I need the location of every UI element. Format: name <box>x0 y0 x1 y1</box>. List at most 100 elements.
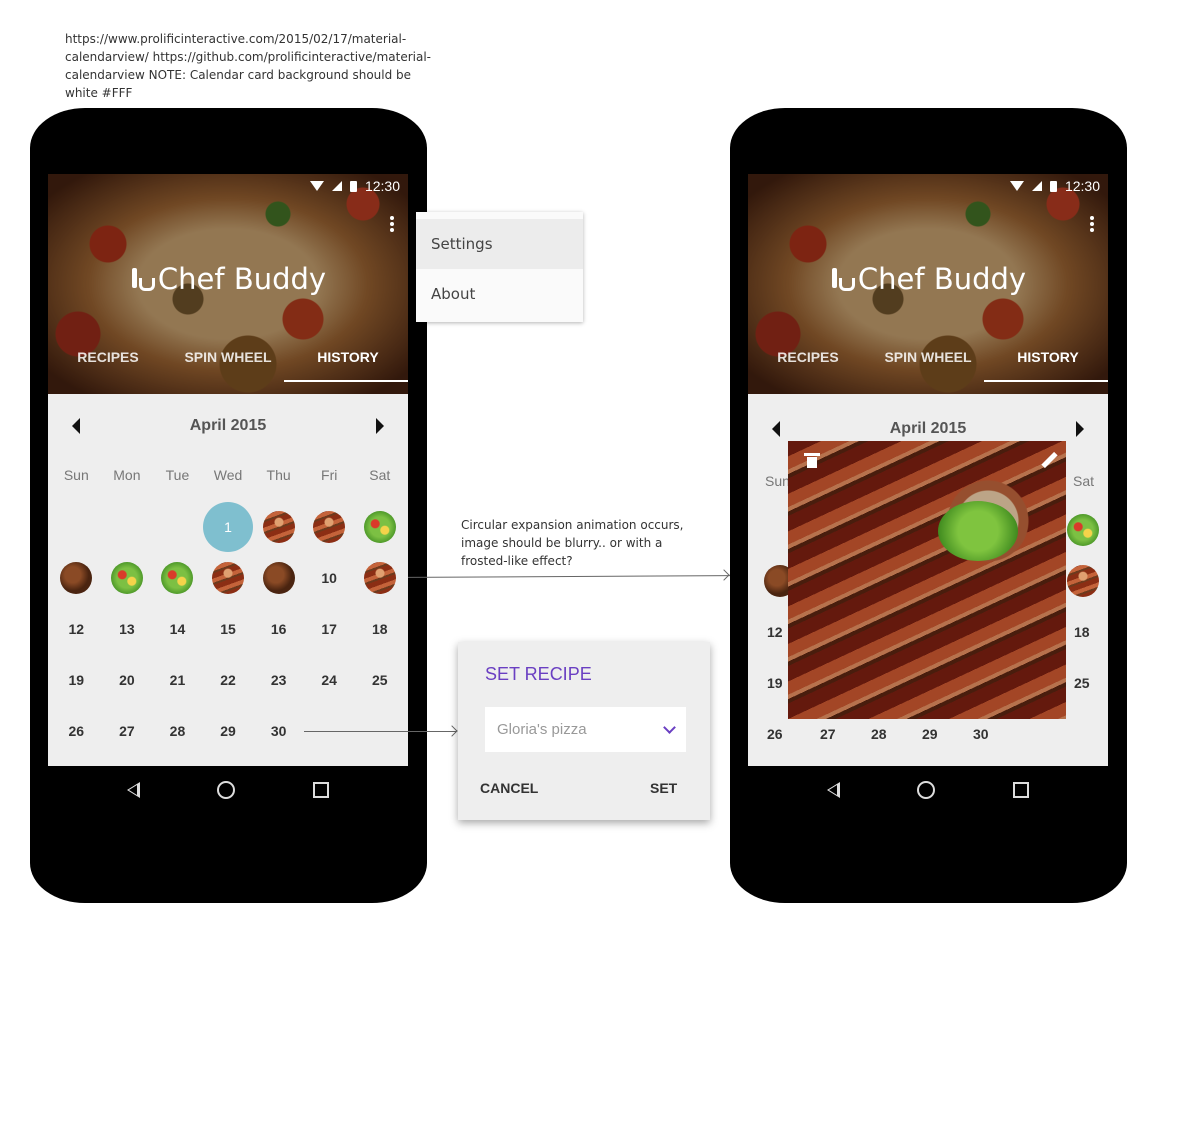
recipe-thumbnail <box>363 561 396 594</box>
recents-icon[interactable] <box>1013 782 1030 798</box>
calendar-day[interactable]: 15 <box>203 603 254 654</box>
calendar-day[interactable] <box>354 552 405 603</box>
calendar-day[interactable]: 1 <box>203 501 254 552</box>
recipe-thumbnail <box>212 561 245 594</box>
calendar-day[interactable]: 14 <box>152 603 203 654</box>
calendar-day[interactable]: 29 <box>922 726 938 742</box>
prev-month-icon[interactable] <box>772 421 780 437</box>
calendar-day-recipe[interactable] <box>1067 514 1099 546</box>
recipe-thumbnail <box>313 510 346 543</box>
tab-history[interactable]: HISTORY <box>288 342 408 384</box>
calendar-day[interactable]: 18 <box>1074 624 1090 640</box>
next-month-icon[interactable] <box>1076 421 1084 437</box>
tab-spin-wheel[interactable]: SPIN WHEEL <box>168 342 288 384</box>
calendar-day[interactable]: 23 <box>253 654 304 705</box>
calendar-day[interactable]: 21 <box>152 654 203 705</box>
delete-icon[interactable] <box>804 453 820 468</box>
calendar-day[interactable]: 26 <box>51 705 102 756</box>
tab-history[interactable]: HISTORY <box>988 342 1108 384</box>
tab-indicator <box>984 380 1108 382</box>
back-icon[interactable] <box>826 782 840 798</box>
tab-spin-wheel[interactable]: SPIN WHEEL <box>868 342 988 384</box>
calendar-day[interactable] <box>102 552 153 603</box>
chef-icon <box>130 268 155 291</box>
menu-item-about[interactable]: About <box>416 269 583 319</box>
calendar-day[interactable]: 20 <box>102 654 153 705</box>
calendar-day[interactable]: 29 <box>203 705 254 756</box>
calendar-day[interactable] <box>203 552 254 603</box>
weekday-label: Tue <box>165 467 190 483</box>
chevron-down-icon <box>663 721 676 734</box>
recipe-thumbnail <box>262 561 295 594</box>
recipe-thumbnail <box>262 510 295 543</box>
calendar-day[interactable]: 25 <box>1074 675 1090 691</box>
calendar-day[interactable]: 12 <box>767 624 783 640</box>
calendar-day[interactable]: 30 <box>253 705 304 756</box>
home-icon[interactable] <box>217 781 236 799</box>
tab-recipes[interactable]: RECIPES <box>48 342 168 384</box>
weekday-label: Sat <box>369 467 391 483</box>
calendar-day[interactable]: 16 <box>253 603 304 654</box>
calendar-day[interactable]: 10 <box>304 552 355 603</box>
recents-icon[interactable] <box>313 782 330 798</box>
battery-icon <box>1049 180 1057 192</box>
weekday-label: Sat <box>1073 473 1095 489</box>
weekday-row: Sun Mon Tue Wed Thu Fri Sat <box>51 467 405 483</box>
calendar-day[interactable]: 28 <box>871 726 887 742</box>
calendar-week: 12 13 14 15 16 17 18 <box>51 603 405 654</box>
back-icon[interactable] <box>126 782 140 798</box>
calendar-day <box>152 501 203 552</box>
set-button[interactable]: SET <box>650 780 677 796</box>
recipe-select[interactable]: Gloria's pizza <box>485 707 686 752</box>
calendar-day[interactable]: 30 <box>973 726 989 742</box>
calendar-day-recipe[interactable] <box>1067 565 1099 597</box>
calendar-week: 19 20 21 22 23 24 25 <box>51 654 405 705</box>
calendar-day[interactable]: 12 <box>51 603 102 654</box>
calendar-day[interactable]: 13 <box>102 603 153 654</box>
calendar-day[interactable]: 19 <box>51 654 102 705</box>
calendar-day[interactable]: 18 <box>354 603 405 654</box>
calendar-day[interactable]: 27 <box>102 705 153 756</box>
calendar-day[interactable]: 27 <box>820 726 836 742</box>
calendar-card: April 2015 Sun Mon Tue Wed Thu Fri Sat 1… <box>48 394 408 766</box>
calendar-day[interactable]: 22 <box>203 654 254 705</box>
recipe-image-popup[interactable] <box>788 441 1066 719</box>
calendar-day[interactable]: 26 <box>767 726 783 742</box>
phone-screen: 12:30 Chef Buddy RECIPES SPIN WHEEL HIST… <box>48 174 408 766</box>
cancel-button[interactable]: CANCEL <box>480 780 538 796</box>
android-nav-bar <box>748 766 1108 814</box>
calendar-day <box>102 501 153 552</box>
calendar-day[interactable] <box>253 552 304 603</box>
calendar-day[interactable]: 25 <box>354 654 405 705</box>
calendar-day[interactable] <box>304 501 355 552</box>
calendar-day[interactable] <box>152 552 203 603</box>
calendar-day[interactable]: 17 <box>304 603 355 654</box>
month-label: April 2015 <box>889 420 967 437</box>
connector-arrowhead <box>718 569 730 581</box>
home-icon[interactable] <box>917 781 936 799</box>
design-note-animation: Circular expansion animation occurs, ima… <box>461 518 684 568</box>
design-note-top: https://www.prolificinteractive.com/2015… <box>65 32 431 100</box>
next-month-icon[interactable] <box>376 418 384 434</box>
overflow-menu-icon[interactable] <box>390 216 394 232</box>
calendar-day[interactable]: 19 <box>767 675 783 691</box>
calendar-day[interactable]: 28 <box>152 705 203 756</box>
menu-item-settings[interactable]: Settings <box>416 219 583 269</box>
today-marker: 1 <box>203 501 254 552</box>
recipe-thumbnail <box>110 561 143 594</box>
calendar-header: April 2015 <box>48 394 408 458</box>
weekday-label: Sun <box>63 467 89 483</box>
tab-bar: RECIPES SPIN WHEEL HISTORY <box>748 342 1108 384</box>
calendar-day[interactable] <box>253 501 304 552</box>
month-label: April 2015 <box>189 417 267 434</box>
calendar-day[interactable]: 24 <box>304 654 355 705</box>
tab-recipes[interactable]: RECIPES <box>748 342 868 384</box>
recipe-thumbnail <box>363 510 396 543</box>
calendar-day[interactable] <box>51 552 102 603</box>
chef-icon <box>830 268 855 291</box>
edit-icon[interactable] <box>1041 451 1058 469</box>
prev-month-icon[interactable] <box>72 418 80 434</box>
signal-icon <box>1031 181 1042 191</box>
overflow-menu-icon[interactable] <box>1090 216 1094 232</box>
calendar-day[interactable] <box>354 501 405 552</box>
